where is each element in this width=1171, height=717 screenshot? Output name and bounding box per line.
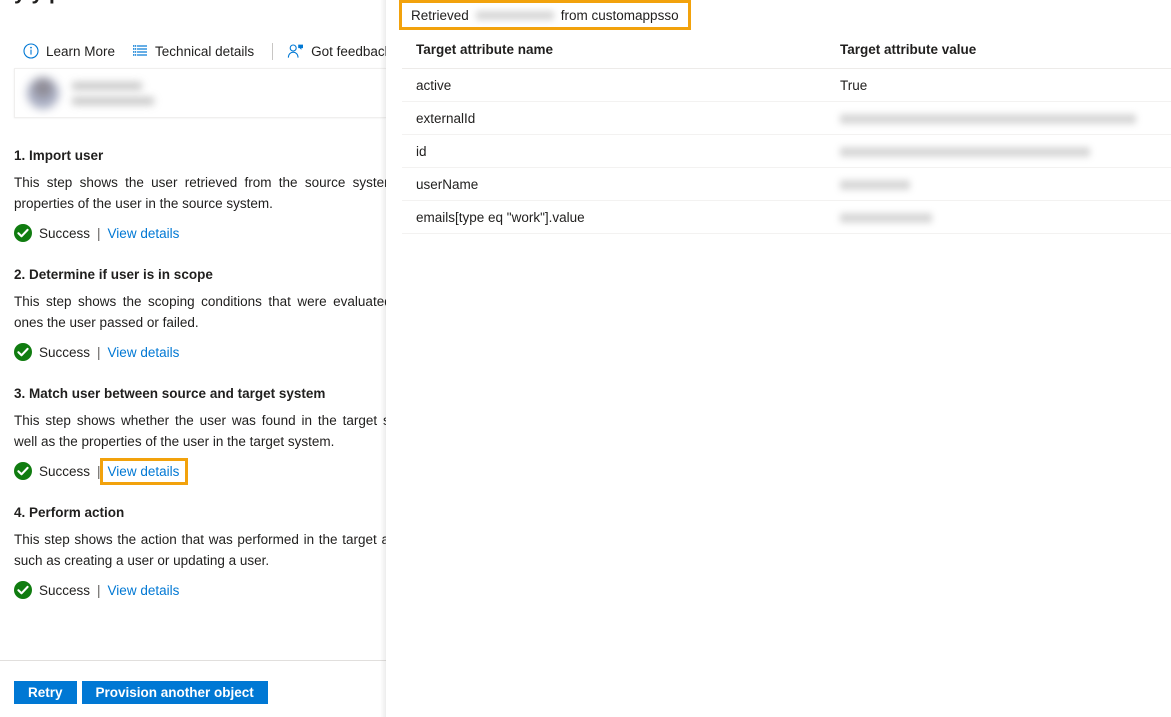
table-row: emails[type eq "work"].value — [402, 200, 1171, 234]
view-details-link[interactable]: View details — [108, 583, 180, 598]
step-status-row: Success | View details — [14, 457, 386, 485]
cell-value-redacted — [840, 146, 1090, 157]
cell-attribute-name: active — [402, 68, 826, 102]
table-row: userName — [402, 167, 1171, 201]
step-status-row: Success | View details — [14, 222, 386, 244]
step-status-row: Success | View details — [14, 341, 386, 363]
user-display-name-redacted — [72, 81, 142, 90]
step-import-user: 1. Import user This step shows the user … — [0, 148, 386, 244]
cell-attribute-name: emails[type eq "work"].value — [402, 200, 826, 234]
retry-button[interactable]: Retry — [14, 681, 77, 704]
retrieved-suffix-label: from customappsso — [560, 7, 679, 23]
table-body: active True externalId id userName emails[typ… — [402, 68, 1171, 234]
view-details-link-highlighted[interactable]: View details — [99, 457, 189, 485]
column-header-attribute-name: Target attribute name — [402, 38, 826, 69]
cell-attribute-name: id — [402, 134, 826, 168]
status-divider: | — [97, 582, 101, 598]
cell-attribute-value — [826, 200, 1171, 234]
success-check-icon — [14, 581, 32, 599]
column-header-attribute-value: Target attribute value — [826, 38, 1171, 69]
success-check-icon — [14, 224, 32, 242]
learn-more-label: Learn More — [46, 43, 116, 59]
cell-attribute-name: userName — [402, 167, 826, 201]
step-determine-scope: 2. Determine if user is in scope This st… — [0, 267, 386, 363]
step-title: 3. Match user between source and target … — [14, 386, 326, 401]
status-divider: | — [97, 463, 101, 479]
table-row: id — [402, 134, 1171, 168]
cell-value-redacted — [840, 113, 1136, 124]
target-attributes-table: Target attribute name Target attribute v… — [402, 38, 1171, 234]
provision-another-object-button[interactable]: Provision another object — [81, 681, 268, 704]
feedback-person-icon — [287, 43, 304, 60]
footer-action-bar: Retry Provision another object — [14, 681, 268, 704]
got-feedback-button[interactable]: Got feedback? — [281, 36, 386, 66]
technical-details-icon — [131, 43, 148, 60]
provisioning-steps-list: 1. Import user This step shows the user … — [0, 148, 386, 624]
info-icon — [22, 43, 39, 60]
status-badge: Success — [39, 344, 91, 360]
cell-attribute-name: externalId — [402, 101, 826, 135]
retrieved-user-name-redacted — [475, 10, 554, 20]
technical-details-button[interactable]: Technical details — [125, 36, 264, 66]
status-divider: | — [97, 344, 101, 360]
cell-attribute-value — [826, 167, 1171, 201]
step-title: 1. Import user — [14, 148, 104, 163]
view-details-link[interactable]: View details — [108, 345, 180, 360]
step-title: 2. Determine if user is in scope — [14, 267, 213, 282]
table-row: active True — [402, 68, 1171, 102]
retrieved-header-highlighted: Retrieved from customappsso — [399, 0, 691, 30]
cell-attribute-value: True — [826, 68, 1171, 102]
step-status-row: Success | View details — [14, 579, 386, 601]
status-badge: Success — [39, 582, 91, 598]
user-email-redacted — [72, 96, 154, 105]
footer-divider — [0, 660, 386, 661]
page-title: y y p — [14, 0, 62, 5]
command-bar-divider — [272, 42, 274, 60]
user-identity — [72, 81, 154, 105]
cell-value-redacted — [840, 212, 932, 223]
step-description: This step shows whether the user was fou… — [14, 413, 386, 449]
step-description: This step shows the action that was perf… — [14, 532, 386, 568]
avatar — [27, 77, 59, 109]
step-description: This step shows the scoping conditions t… — [14, 294, 386, 330]
step-title: 4. Perform action — [14, 505, 125, 520]
user-summary-card[interactable] — [14, 68, 386, 118]
success-check-icon — [14, 462, 32, 480]
step-perform-action: 4. Perform action This step shows the ac… — [0, 505, 386, 601]
target-attributes-panel: Retrieved from customappsso Target attri… — [392, 0, 1171, 717]
technical-details-label: Technical details — [155, 43, 255, 59]
cell-value-redacted — [840, 179, 910, 190]
got-feedback-label: Got feedback? — [311, 43, 386, 59]
table-header-row: Target attribute name Target attribute v… — [402, 38, 1171, 69]
success-check-icon — [14, 343, 32, 361]
status-badge: Success — [39, 225, 91, 241]
learn-more-button[interactable]: Learn More — [16, 36, 125, 66]
cell-attribute-value — [826, 134, 1171, 168]
command-bar: Learn More Technical details Got feedbac — [0, 36, 386, 66]
step-description: This step shows the user retrieved from … — [14, 175, 386, 211]
step-match-user: 3. Match user between source and target … — [0, 386, 386, 485]
retrieved-prefix-label: Retrieved — [411, 7, 469, 23]
view-details-link[interactable]: View details — [108, 226, 180, 241]
status-divider: | — [97, 225, 101, 241]
provisioning-details-panel: y y p Learn More — [0, 0, 386, 717]
status-badge: Success — [39, 463, 91, 479]
table-row: externalId — [402, 101, 1171, 135]
cell-attribute-value — [826, 101, 1171, 135]
